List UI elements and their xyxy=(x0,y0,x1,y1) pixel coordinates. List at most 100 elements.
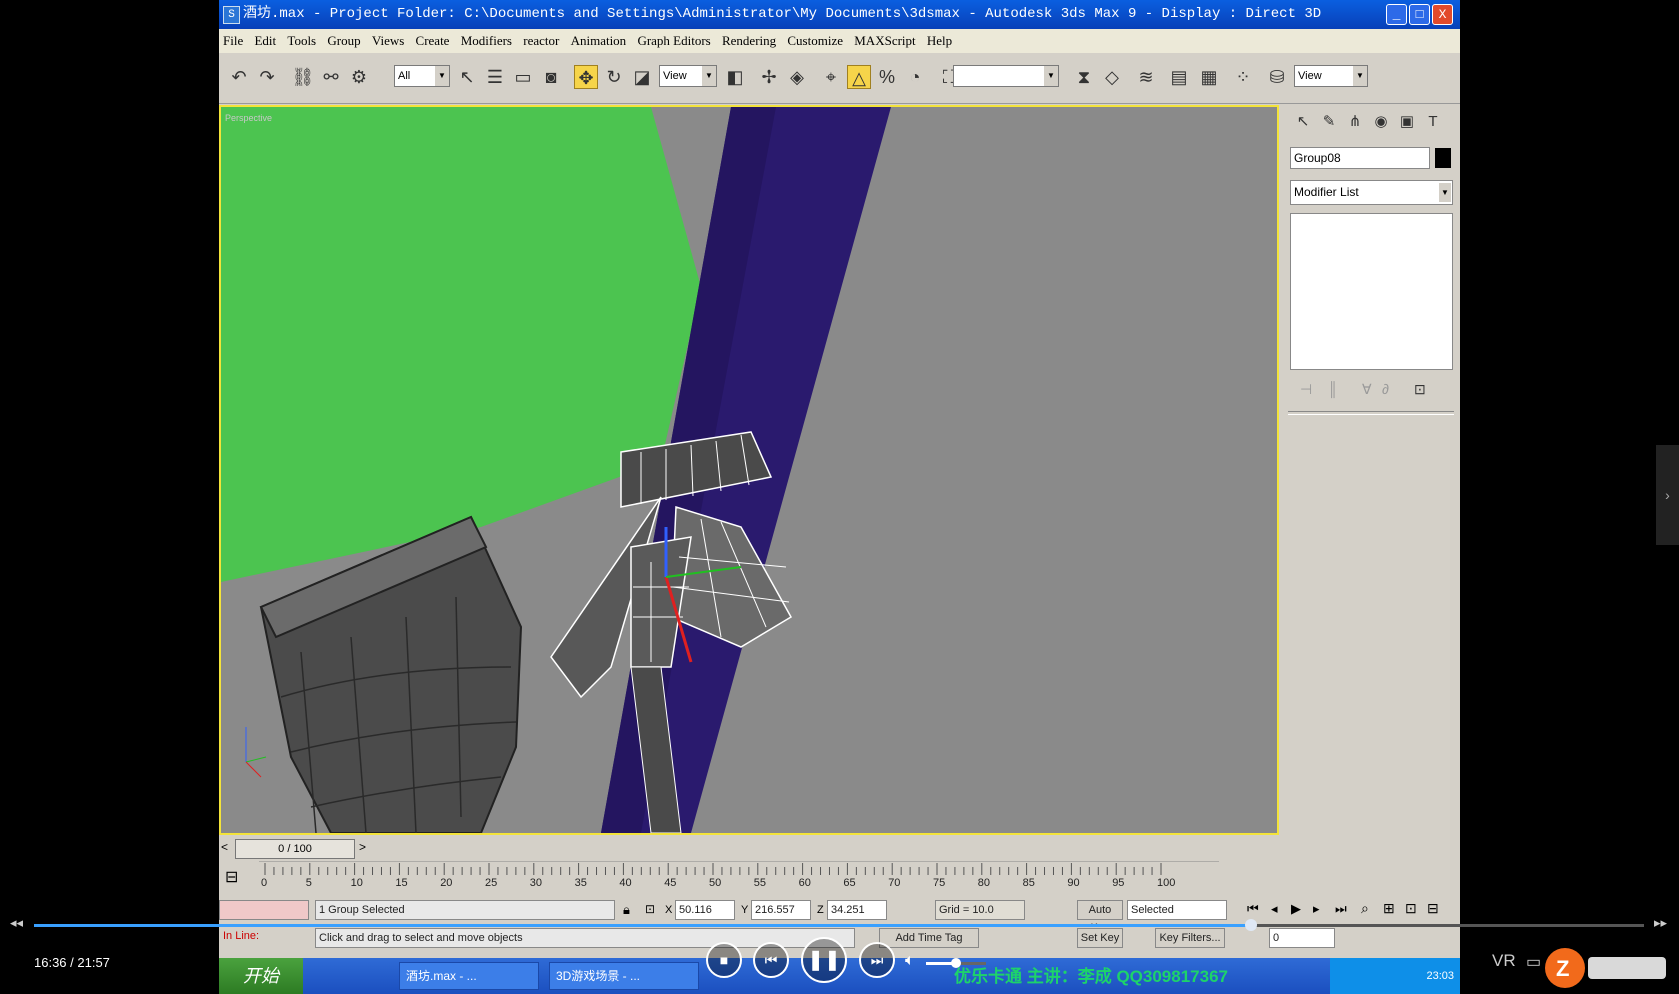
render-view-dropdown[interactable]: View ▼ xyxy=(1294,65,1368,87)
schematic-view-icon[interactable]: ▦ xyxy=(1197,65,1221,89)
time-slider[interactable]: 0 / 100 xyxy=(235,839,355,859)
ref-coord-dropdown[interactable]: View ▼ xyxy=(659,65,717,87)
menu-views[interactable]: Views xyxy=(372,33,404,48)
motion-tab-icon[interactable]: ◉ xyxy=(1370,111,1392,133)
menu-help[interactable]: Help xyxy=(927,33,952,48)
menu-group[interactable]: Group xyxy=(327,33,360,48)
select-rotate-icon[interactable]: ↻ xyxy=(602,65,626,89)
zoom-icon[interactable]: ⌕ xyxy=(1361,900,1369,917)
absolute-mode-icon[interactable]: ⊡ xyxy=(645,902,655,916)
stop-button[interactable]: ■ xyxy=(706,942,742,978)
named-selection-dropdown[interactable]: ▼ xyxy=(953,65,1059,87)
menu-animation[interactable]: Animation xyxy=(571,33,627,48)
spinner-snap-icon[interactable]: ◔ xyxy=(903,65,927,89)
track-bar[interactable]: ⊟ 0 5 10 15 20 25 30 35 40 45 50 55 60 65 70 75 80 85 90 95… xyxy=(219,861,1279,895)
modifier-list-dropdown[interactable]: Modifier List ▼ xyxy=(1290,180,1453,205)
volume-icon[interactable]: 🔈︎ xyxy=(905,952,915,970)
layer-manager-icon[interactable]: ≋ xyxy=(1134,65,1158,89)
key-filters-button[interactable]: Key Filters... xyxy=(1155,928,1225,948)
menu-customize[interactable]: Customize xyxy=(787,33,843,48)
rewind-button[interactable]: ◂◂ xyxy=(10,915,23,931)
vr-button[interactable]: VR xyxy=(1492,951,1516,971)
angle-snap-icon[interactable]: △ xyxy=(847,65,871,89)
zoom-extents-icon[interactable]: ⊡ xyxy=(1405,900,1417,917)
side-panel-toggle[interactable]: › xyxy=(1656,445,1679,545)
hierarchy-tab-icon[interactable]: ⋔ xyxy=(1344,111,1366,133)
z-coord-field[interactable]: 34.251 xyxy=(827,900,887,920)
menu-create[interactable]: Create xyxy=(416,33,450,48)
pin-stack-icon[interactable]: ⊣ xyxy=(1300,381,1312,398)
previous-button[interactable]: ⏮ xyxy=(753,942,789,978)
select-move-icon[interactable]: ✥ xyxy=(574,65,598,89)
rect-selection-icon[interactable]: ▭ xyxy=(511,65,535,89)
keyboard-shortcut-icon[interactable]: ◈ xyxy=(785,65,809,89)
snap-3d-icon[interactable]: ⌖ xyxy=(819,65,843,89)
goto-start-icon[interactable]: ⏮ xyxy=(1247,901,1259,917)
maximize-button[interactable]: □ xyxy=(1409,4,1430,25)
taskbar-item-scene[interactable]: 3D游戏场景 - ... xyxy=(549,962,699,990)
select-object-icon[interactable]: ↖ xyxy=(455,65,479,89)
material-editor-icon[interactable]: ⁘ xyxy=(1231,65,1255,89)
show-end-result-icon[interactable]: ║ xyxy=(1328,381,1338,397)
pivot-center-icon[interactable]: ◧ xyxy=(723,65,747,89)
remove-modifier-icon[interactable]: ∂ xyxy=(1382,381,1389,397)
lock-icon[interactable]: 🔒︎ xyxy=(623,902,630,918)
start-button[interactable]: 开始 xyxy=(219,958,303,994)
time-prev-button[interactable]: < xyxy=(221,840,228,854)
prev-frame-icon[interactable]: ◂ xyxy=(1271,901,1278,917)
display-tab-icon[interactable]: ▣ xyxy=(1396,111,1418,133)
mirror-icon[interactable]: ⧗ xyxy=(1072,65,1096,89)
goto-end-icon[interactable]: ⏭ xyxy=(1335,901,1347,917)
curve-editor-icon[interactable]: ▤ xyxy=(1167,65,1191,89)
current-frame-field[interactable]: 0 xyxy=(1269,928,1335,948)
close-button[interactable]: X xyxy=(1432,4,1453,25)
menu-rendering[interactable]: Rendering xyxy=(722,33,776,48)
modifier-stack[interactable] xyxy=(1290,213,1453,370)
align-icon[interactable]: ◇ xyxy=(1100,65,1124,89)
menu-edit[interactable]: Edit xyxy=(254,33,276,48)
volume-knob[interactable] xyxy=(951,958,961,968)
play-icon[interactable]: ▶ xyxy=(1291,901,1301,917)
perspective-viewport[interactable]: Perspective xyxy=(219,105,1279,835)
utilities-tab-icon[interactable]: T xyxy=(1422,111,1444,133)
select-by-name-icon[interactable]: ☰ xyxy=(483,65,507,89)
next-frame-icon[interactable]: ▸ xyxy=(1313,901,1320,917)
menu-reactor[interactable]: reactor xyxy=(523,33,559,48)
pause-button[interactable]: ❚❚ xyxy=(801,937,847,983)
screen-mode-icon[interactable]: ▭ xyxy=(1526,952,1541,972)
link-icon[interactable]: ⛓ xyxy=(291,65,315,89)
maxscript-mini-listener[interactable] xyxy=(219,900,309,920)
redo-icon[interactable]: ↷ xyxy=(255,65,279,89)
volume-slider[interactable] xyxy=(926,958,986,968)
bind-spacewarp-icon[interactable]: ⚙ xyxy=(347,65,371,89)
zoom-all-icon[interactable]: ⊞ xyxy=(1383,900,1395,917)
window-crossing-icon[interactable]: ◙ xyxy=(539,65,563,89)
unlink-icon[interactable]: ⚯ xyxy=(319,65,343,89)
add-time-tag-button[interactable]: Add Time Tag xyxy=(879,928,979,948)
render-scene-icon[interactable]: ⛁ xyxy=(1265,65,1289,89)
make-unique-icon[interactable]: ∀ xyxy=(1362,381,1372,398)
forward-button[interactable]: ▸▸ xyxy=(1654,915,1667,931)
menu-maxscript[interactable]: MAXScript xyxy=(854,33,915,48)
menu-tools[interactable]: Tools xyxy=(287,33,316,48)
selection-filter-dropdown[interactable]: All ▼ xyxy=(394,65,450,87)
minimize-button[interactable]: _ xyxy=(1386,4,1407,25)
time-next-button[interactable]: > xyxy=(359,840,366,854)
object-name-field[interactable]: Group08 xyxy=(1290,147,1430,169)
key-mode-dropdown[interactable]: Selected xyxy=(1127,900,1227,920)
playback-progress[interactable] xyxy=(34,919,1644,931)
create-tab-icon[interactable]: ↖ xyxy=(1292,111,1314,133)
taskbar-item-3dsmax[interactable]: 酒坊.max - ... xyxy=(399,962,539,990)
menu-graph-editors[interactable]: Graph Editors xyxy=(637,33,710,48)
object-color-swatch[interactable] xyxy=(1435,148,1451,168)
next-button[interactable]: ⏭ xyxy=(859,942,895,978)
menu-file[interactable]: File xyxy=(223,33,243,48)
x-coord-field[interactable]: 50.116 xyxy=(675,900,735,920)
select-scale-icon[interactable]: ◪ xyxy=(630,65,654,89)
modify-tab-icon[interactable]: ✎ xyxy=(1318,111,1340,133)
percent-snap-icon[interactable]: % xyxy=(875,65,899,89)
auto-key-button[interactable]: Auto Key xyxy=(1077,900,1123,934)
set-key-button[interactable]: Set Key xyxy=(1077,928,1123,948)
manipulate-icon[interactable]: ✢ xyxy=(757,65,781,89)
y-coord-field[interactable]: 216.557 xyxy=(751,900,811,920)
